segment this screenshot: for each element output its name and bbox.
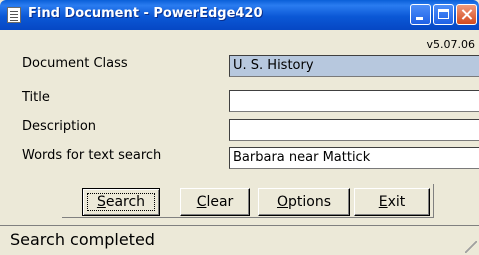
- text-search-field[interactable]: Barbara near Mattick: [229, 147, 479, 169]
- focus-rectangle: [87, 193, 155, 211]
- find-document-window: Find Document - PowerEdge420 v5.07.06 Do…: [0, 0, 479, 255]
- minimize-icon[interactable]: [410, 4, 431, 25]
- exit-button[interactable]: Exit: [354, 188, 430, 216]
- window-title: Find Document - PowerEdge420: [28, 6, 263, 21]
- maximize-icon[interactable]: [433, 4, 454, 25]
- title-bar[interactable]: Find Document - PowerEdge420: [0, 0, 479, 30]
- version-label: v5.07.06: [426, 38, 476, 51]
- options-label-rest: ptions: [288, 194, 332, 210]
- description-label: Description: [22, 119, 97, 134]
- resize-grip-icon[interactable]: [465, 241, 477, 253]
- title-field[interactable]: [229, 90, 479, 112]
- document-class-field[interactable]: U. S. History: [229, 55, 479, 77]
- exit-label-rest: xit: [387, 194, 406, 210]
- clear-button[interactable]: Clear: [180, 188, 250, 216]
- text-search-label: Words for text search: [22, 148, 162, 163]
- options-mnemonic: O: [276, 194, 289, 210]
- exit-mnemonic: E: [378, 194, 388, 210]
- document-icon[interactable]: [7, 7, 21, 23]
- options-button[interactable]: Options: [258, 188, 350, 216]
- close-icon[interactable]: [456, 4, 477, 25]
- title-label: Title: [22, 90, 50, 105]
- search-button[interactable]: Search: [82, 188, 160, 216]
- status-bar: Search completed: [0, 225, 479, 255]
- status-text: Search completed: [10, 230, 155, 249]
- document-class-label: Document Class: [22, 56, 128, 71]
- description-field[interactable]: [229, 119, 479, 141]
- clear-mnemonic: C: [196, 194, 207, 210]
- clear-label-rest: lear: [206, 194, 234, 210]
